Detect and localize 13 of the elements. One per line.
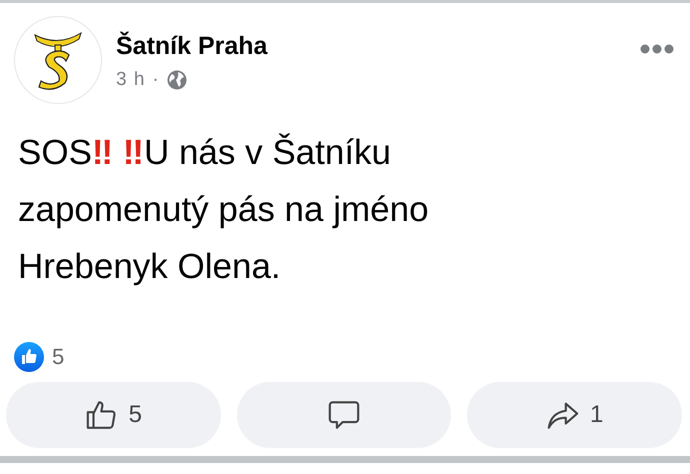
- post-time[interactable]: 3 h: [116, 69, 146, 91]
- share-button[interactable]: 1: [467, 382, 682, 448]
- separator-dot: ·: [152, 69, 160, 91]
- globe-icon: [166, 70, 187, 90]
- post-text: SOS‼ ‼U nás v Šatníku zapomenutý pás na jméno Hrebenyk Olena.: [17, 132, 430, 288]
- logo-icon: [33, 29, 83, 91]
- more-options-icon[interactable]: [640, 44, 674, 54]
- profile-avatar[interactable]: [14, 16, 102, 104]
- reaction-count[interactable]: 5: [52, 344, 64, 370]
- comment-icon: [327, 398, 361, 432]
- page-name[interactable]: Šatník Praha: [116, 32, 626, 61]
- like-button[interactable]: 5: [6, 382, 221, 448]
- like-reaction-icon[interactable]: [14, 342, 44, 372]
